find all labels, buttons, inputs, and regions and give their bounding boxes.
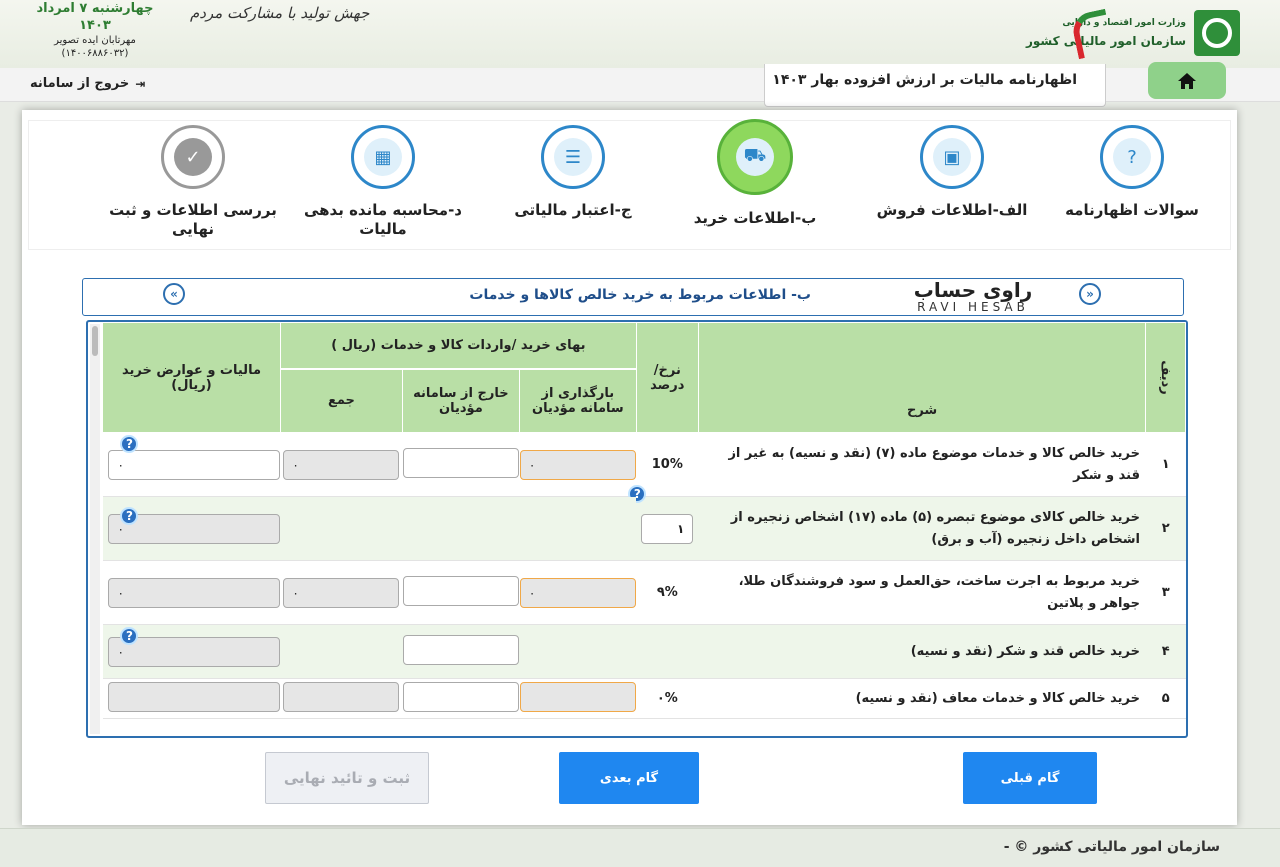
step-label: ب-اطلاعات خرید (693, 209, 817, 227)
row-desc: خرید مربوط به اجرت ساخت، حق‌العمل و سود … (698, 560, 1146, 625)
registered-input[interactable] (519, 681, 636, 712)
form-title: اظهارنامه مالیات بر ارزش افزوده بهار ۱۴۰… (764, 64, 1106, 107)
step-label: د-محاسبه مانده بدهی مالیات (303, 201, 462, 238)
slogan: جهش تولید با مشارکت مردم (190, 4, 370, 22)
tax-input[interactable]: ۰ (108, 449, 281, 480)
watermark: راوی حساب RAVI HESAB (903, 279, 1043, 313)
date-year: ۱۴۰۳ (79, 18, 111, 33)
next-step-button[interactable]: گام بعدی (559, 752, 699, 804)
row-num: ۲ (1145, 496, 1186, 561)
exit-label: خروج از سامانه (30, 76, 130, 91)
tax-input (108, 681, 281, 712)
outside-input[interactable] (402, 447, 519, 478)
header-rate: نرخ/ درصد (635, 322, 699, 433)
table-row: ۳ خرید مربوط به اجرت ساخت، حق‌العمل و سو… (102, 560, 1186, 625)
home-button[interactable] (1148, 62, 1226, 99)
header-tax: مالیات و عوارض خرید (ریال) (102, 322, 281, 433)
outside-input[interactable] (402, 634, 519, 665)
step-circle: ? (1100, 125, 1164, 189)
outside-input[interactable] (402, 575, 519, 606)
header-registered: بارگذاری از سامانه مؤدیان (518, 368, 637, 433)
date-block: چهارشنبه ۷ امرداد ۱۴۰۳ مهرتابان ایده تصو… (30, 0, 160, 60)
logout-icon: ⇥ (135, 76, 146, 91)
exit-link[interactable]: خروج از سامانه ⇥ (30, 76, 145, 91)
company-name: مهرتابان ایده تصویر (54, 35, 136, 46)
scrollbar-thumb[interactable] (92, 326, 98, 356)
header-desc: شرح (697, 322, 1147, 433)
wizard-steps: ? سوالات اظهارنامه ▣ الف-اطلاعات فروش ⛟ … (28, 119, 1231, 251)
shopping-bag-icon: ▣ (933, 138, 971, 176)
step-circle: ✓ (161, 125, 225, 189)
cart-icon: ⛟ (736, 138, 774, 176)
sum-input: ۰ (283, 577, 400, 608)
row-rate (636, 624, 699, 679)
registered-input[interactable]: ۰ (519, 449, 636, 480)
tax-input: ۰ (108, 577, 281, 608)
step-circle: ▦ (351, 125, 415, 189)
table-row: ۱ خرید خالص کالا و خدمات موضوع ماده (۷) … (102, 432, 1186, 497)
row-desc: خرید خالص کالا و خدمات موضوع ماده (۷) (ن… (698, 432, 1146, 497)
step-circle: ☰ (541, 125, 605, 189)
rate-input[interactable]: ۱ (641, 513, 694, 544)
header-group: بهای خرید /واردات کالا و خدمات (ریال ) (279, 322, 637, 370)
row-rate: ۹% (636, 560, 699, 625)
flag-icon (1069, 8, 1115, 60)
sum-input: ۰ (283, 449, 400, 480)
page-footer: سازمان امور مالیاتی کشور © - (0, 828, 1280, 867)
question-icon: ? (1113, 138, 1151, 176)
page-header: وزارت امور اقتصاد و دارایی سازمان امور م… (0, 0, 1280, 68)
table-row: ۵ خرید خالص کالا و خدمات معاف (نقد و نسی… (102, 678, 1186, 719)
step-label: ج-اعتبار مالیاتی (514, 201, 632, 219)
row-desc: خرید خالص کالا و خدمات معاف (نقد و نسیه) (698, 678, 1146, 719)
row-desc: خرید خالص کالای موضوع تبصره (۵) ماده (۱۷… (698, 496, 1146, 561)
date-weekday: چهارشنبه ۷ امرداد (36, 1, 154, 16)
section-header: « » ب- اطلاعات مربوط به خرید خالص کالاها… (82, 278, 1184, 316)
step-balance[interactable]: ▦ د-محاسبه مانده بدهی مالیات (293, 121, 473, 251)
step-questions[interactable]: ? سوالات اظهارنامه (1042, 121, 1222, 251)
outside-input[interactable] (402, 681, 519, 712)
step-label: سوالات اظهارنامه (1065, 201, 1199, 219)
step-label: الف-اطلاعات فروش (876, 201, 1028, 219)
registered-input[interactable]: ۰ (519, 577, 636, 608)
watermark-en: RAVI HESAB (917, 300, 1029, 314)
sum-input (283, 681, 400, 712)
data-table: ردیف شرح نرخ/ درصد بهای خرید /واردات کال… (102, 322, 1186, 719)
chevron-left-icon[interactable]: « (163, 283, 185, 305)
step-review[interactable]: ✓ بررسی اطلاعات و ثبت نهایی (103, 121, 283, 251)
row-num: ۴ (1145, 624, 1186, 679)
table-row: ۴ خرید خالص قند و شکر (نقد و نسیه) ۰? (102, 624, 1186, 679)
tax-organization-logo: وزارت امور اقتصاد و دارایی سازمان امور م… (1026, 8, 1240, 60)
scrollbar[interactable] (90, 324, 100, 734)
header-sum: جمع (279, 368, 403, 433)
row-num: ۳ (1145, 560, 1186, 625)
chevron-right-icon[interactable]: » (1079, 283, 1101, 305)
tracking-number: (۱۴۰۰۶۸۸۶۰۳۲) (61, 48, 129, 59)
row-num: ۵ (1145, 678, 1186, 719)
step-label: بررسی اطلاعات و ثبت نهایی (109, 201, 277, 238)
step-circle: ▣ (920, 125, 984, 189)
row-rate: 10% (636, 432, 699, 497)
prev-step-button[interactable]: گام قبلی (963, 752, 1097, 804)
step-circle: ⛟ (717, 119, 793, 195)
calculator-icon: ▦ (364, 138, 402, 176)
table-row: ۲ خرید خالص کالای موضوع تبصره (۵) ماده (… (102, 485, 1186, 561)
step-purchase[interactable]: ⛟ ب-اطلاعات خرید (665, 119, 845, 251)
row-rate: ۰% (636, 678, 699, 719)
section-title: ب- اطلاعات مربوط به خرید خالص کالاها و خ… (469, 287, 811, 303)
watermark-fa: راوی حساب (913, 278, 1033, 302)
step-tax-credit[interactable]: ☰ ج-اعتبار مالیاتی (483, 121, 663, 251)
header-outside: خارج از سامانه مؤدیان (401, 368, 520, 433)
header-row-num: ردیف (1145, 322, 1186, 433)
footer-text: سازمان امور مالیاتی کشور © - (1003, 839, 1220, 855)
purchase-table[interactable]: ردیف شرح نرخ/ درصد بهای خرید /واردات کال… (86, 320, 1188, 738)
final-submit-button[interactable]: ثبت و تائید نهایی (265, 752, 429, 804)
row-num: ۱ (1145, 432, 1186, 497)
step-sales[interactable]: ▣ الف-اطلاعات فروش (862, 121, 1042, 251)
list-icon: ☰ (554, 138, 592, 176)
check-badge-icon: ✓ (174, 138, 212, 176)
main-card: ? سوالات اظهارنامه ▣ الف-اطلاعات فروش ⛟ … (22, 110, 1237, 825)
home-icon (1178, 72, 1196, 89)
row-desc: خرید خالص قند و شکر (نقد و نسیه) (698, 624, 1146, 679)
emblem-icon (1194, 10, 1240, 56)
